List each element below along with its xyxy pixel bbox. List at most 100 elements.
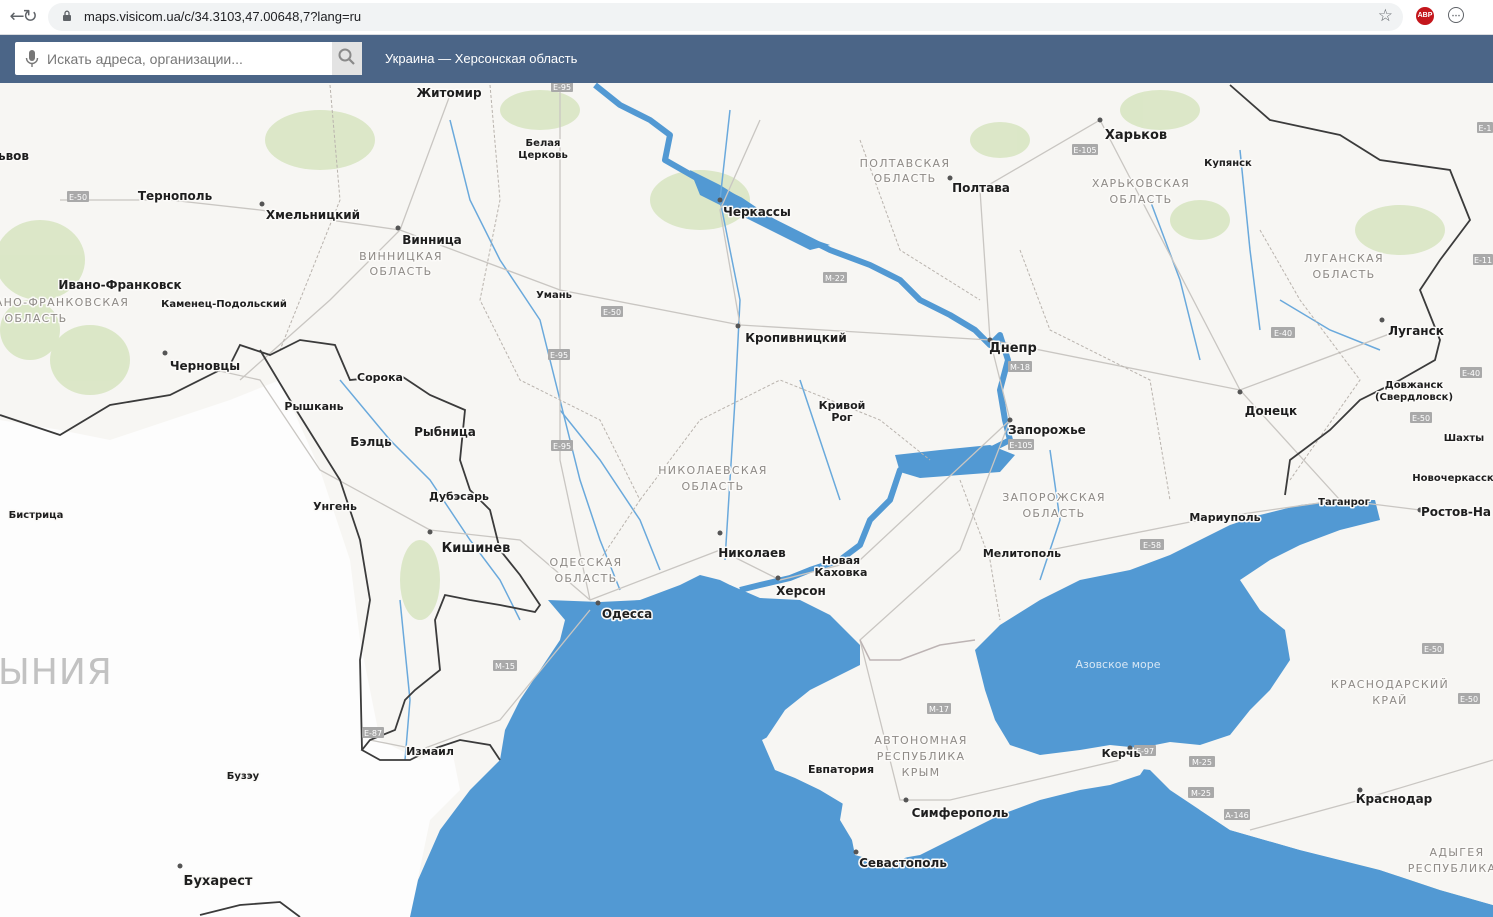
city-label: Луганск <box>1388 324 1444 338</box>
extension-icon[interactable]: ⋯ <box>1448 7 1464 23</box>
highway-shield: E-105 <box>1072 144 1098 155</box>
region-label: РЕСПУБЛИКА <box>1408 862 1493 875</box>
city-label: Днепр <box>989 341 1037 356</box>
highway-shield: E-105 <box>1008 439 1034 450</box>
adblock-icon[interactable]: ABP <box>1416 7 1434 25</box>
city-label: Донецк <box>1245 404 1297 418</box>
city-label: Унгень <box>313 500 357 513</box>
region-label: АВТОНОМНАЯ <box>874 734 967 747</box>
highway-shield: E-87 <box>362 727 384 738</box>
city-label: Керчь <box>1102 747 1141 760</box>
region-label: КРЫМ <box>902 766 941 779</box>
highway-shield: M-22 <box>823 272 847 283</box>
city-label: Бухарест <box>184 874 253 889</box>
city-label: Рог <box>831 411 853 424</box>
highway-shield: M-15 <box>493 660 517 671</box>
city-label: Таганрог <box>1318 497 1370 508</box>
region-label: ВИННИЦКАЯ <box>359 250 443 263</box>
map-canvas[interactable]: E-95 E-105 E-50 E-95 E-50 M-22 E-40 E-95… <box>0 83 1493 917</box>
highway-shield: E-11 <box>1473 254 1493 265</box>
city-label: Шахты <box>1444 433 1484 444</box>
region-label: ЗАПОРОЖСКАЯ <box>1002 491 1106 504</box>
city-label: Полтава <box>952 181 1010 195</box>
svg-text:A-146: A-146 <box>1225 811 1248 820</box>
highway-shield: M-25 <box>1189 756 1215 767</box>
highway-shield: E-58 <box>1140 539 1164 550</box>
highway-shield: E-40 <box>1271 327 1295 338</box>
city-label: Одесса <box>602 607 652 621</box>
region-label: ОБЛАСТЬ <box>1312 268 1375 281</box>
city-label: Мариуполь <box>1189 511 1260 524</box>
region-label: ОБЛАСТЬ <box>4 312 67 325</box>
region-label: НИКОЛАЕВСКАЯ <box>658 464 768 477</box>
svg-text:M-17: M-17 <box>929 705 949 714</box>
star-icon[interactable]: ☆ <box>1378 6 1393 26</box>
highway-shield: E-50 <box>67 191 89 202</box>
address-url[interactable]: maps.visicom.ua/c/34.3103,47.00648,7?lan… <box>84 9 361 24</box>
address-bar[interactable]: maps.visicom.ua/c/34.3103,47.00648,7?lan… <box>48 3 1403 31</box>
highway-shield: E-50 <box>1422 643 1444 654</box>
city-label: Бистрица <box>9 510 64 521</box>
search-button[interactable] <box>332 42 362 75</box>
svg-text:E-105: E-105 <box>1009 441 1032 450</box>
city-label: Евпатория <box>808 763 874 776</box>
highway-shield: E-1 <box>1477 122 1493 133</box>
highway-shield: E-50 <box>1410 412 1432 423</box>
svg-text:E-95: E-95 <box>550 351 568 360</box>
highway-shield: E-50 <box>1458 693 1480 704</box>
region-label: КРАЙ <box>1372 694 1407 707</box>
reload-icon[interactable]: ↻ <box>17 4 43 30</box>
region-label: АНО-ФРАНКОВСКАЯ <box>0 296 129 309</box>
region-label: РЕСПУБЛИКА <box>877 750 966 763</box>
city-label: Винница <box>402 233 462 247</box>
highway-shield: E-50 <box>601 306 623 317</box>
city-label: Ростов-На <box>1421 505 1491 519</box>
city-label: Ивано-Франковск <box>58 278 181 292</box>
city-label: Новочеркасск <box>1412 473 1493 484</box>
svg-text:E-50: E-50 <box>1460 695 1478 704</box>
svg-text:E-50: E-50 <box>1412 414 1430 423</box>
lock-icon <box>63 10 71 21</box>
svg-text:E-95: E-95 <box>553 442 571 451</box>
highway-shield: E-95 <box>551 440 573 451</box>
city-label: Рышкань <box>284 400 343 413</box>
svg-text:M-18: M-18 <box>1010 363 1030 372</box>
city-label: Купянск <box>1204 158 1252 169</box>
region-label: ОБЛАСТЬ <box>1022 507 1085 520</box>
region-label: ОБЛАСТЬ <box>554 572 617 585</box>
city-label: Рыбница <box>414 425 476 439</box>
svg-text:E-1: E-1 <box>1478 124 1491 133</box>
city-label: Херсон <box>776 584 826 598</box>
region-label: ЛУГАНСКАЯ <box>1304 252 1384 265</box>
city-label: Хмельницкий <box>266 208 360 222</box>
svg-text:E-40: E-40 <box>1462 369 1480 378</box>
city-label: Черкассы <box>723 205 791 219</box>
city-label: Бэлць <box>350 435 392 449</box>
city-label: Кропивницкий <box>745 331 847 345</box>
city-label: Житомир <box>416 86 482 100</box>
search-box <box>15 42 362 75</box>
svg-text:E-105: E-105 <box>1073 146 1096 155</box>
highway-shield: A-146 <box>1224 809 1250 820</box>
region-label: ОБЛАСТЬ <box>369 265 432 278</box>
svg-text:E-50: E-50 <box>603 308 621 317</box>
city-label: Тернополь <box>138 189 213 203</box>
region-label: АДЫГЕЯ <box>1430 846 1485 859</box>
svg-text:M-22: M-22 <box>825 274 845 283</box>
region-label: ПОЛТАВСКАЯ <box>860 157 951 170</box>
site-header: Украина — Херсонская область <box>0 35 1493 83</box>
city-label: Симферополь <box>912 806 1009 820</box>
city-label: Умань <box>536 290 572 301</box>
microphone-icon[interactable] <box>24 49 40 69</box>
city-label: ьвов <box>0 149 29 163</box>
city-label: Белая <box>526 138 561 149</box>
region-label: ОБЛАСТЬ <box>1109 193 1172 206</box>
svg-text:E-58: E-58 <box>1143 541 1161 550</box>
city-label: Церковь <box>518 150 568 161</box>
search-input[interactable] <box>47 42 327 75</box>
highway-shield: E-40 <box>1460 367 1482 378</box>
highway-shield: M-17 <box>927 703 951 714</box>
highway-shield: E-95 <box>548 349 570 360</box>
city-label: (Свердловск) <box>1375 392 1453 403</box>
city-label: Мелитополь <box>983 547 1061 560</box>
